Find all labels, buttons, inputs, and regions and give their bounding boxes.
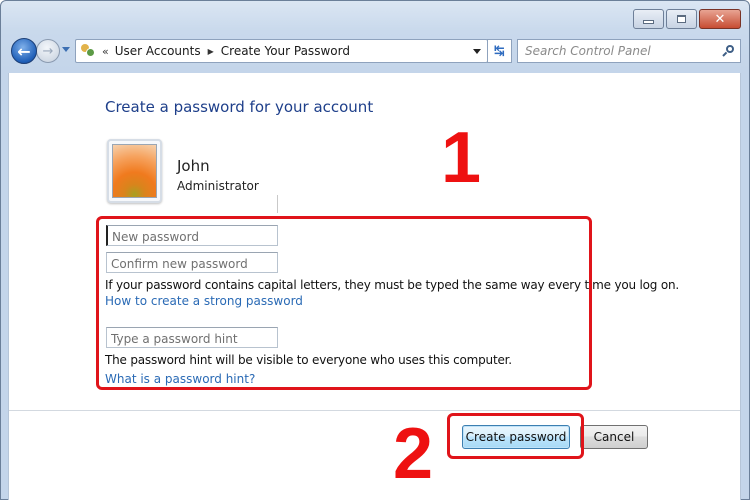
close-icon: ✕ xyxy=(714,11,726,27)
minimize-icon xyxy=(643,19,654,24)
breadcrumb-separator-icon[interactable]: ▶ xyxy=(208,47,214,56)
button-separator xyxy=(9,410,740,411)
maximize-button[interactable] xyxy=(666,9,697,29)
user-accounts-icon xyxy=(80,43,96,59)
back-arrow-icon: ← xyxy=(17,41,31,61)
close-button[interactable]: ✕ xyxy=(699,9,741,29)
navigation-bar: ← → « User Accounts ▶ Create Your Passwo… xyxy=(9,37,741,67)
user-avatar xyxy=(107,139,162,203)
flower-picture-icon xyxy=(112,144,157,198)
address-bar[interactable]: « User Accounts ▶ Create Your Password xyxy=(75,39,488,63)
divider xyxy=(277,195,278,213)
search-icon[interactable] xyxy=(722,45,734,57)
address-dropdown-icon[interactable] xyxy=(473,48,481,54)
recent-pages-dropdown[interactable] xyxy=(62,47,70,52)
cancel-button[interactable]: Cancel xyxy=(580,425,648,449)
search-input[interactable]: Search Control Panel xyxy=(517,39,741,63)
window-controls: ✕ xyxy=(633,9,741,29)
maximize-icon xyxy=(677,15,686,23)
user-name: John xyxy=(177,157,210,175)
annotation-box-step-1 xyxy=(96,216,592,390)
refresh-button[interactable]: ↹ xyxy=(487,39,512,63)
breadcrumb-user-accounts[interactable]: User Accounts xyxy=(115,44,201,58)
annotation-box-step-2 xyxy=(447,413,584,459)
back-button[interactable]: ← xyxy=(11,38,37,64)
forward-button[interactable]: → xyxy=(36,39,60,63)
user-role: Administrator xyxy=(177,179,259,193)
refresh-icon: ↹ xyxy=(494,43,505,59)
minimize-button[interactable] xyxy=(633,9,664,29)
breadcrumb-overflow[interactable]: « xyxy=(102,45,109,58)
annotation-step-1-number: 1 xyxy=(441,118,482,198)
search-placeholder: Search Control Panel xyxy=(525,44,651,58)
breadcrumb-create-your-password[interactable]: Create Your Password xyxy=(221,44,350,58)
annotation-step-2-number: 2 xyxy=(393,414,434,494)
page-title: Create a password for your account xyxy=(105,98,374,116)
forward-arrow-icon: → xyxy=(42,43,54,59)
